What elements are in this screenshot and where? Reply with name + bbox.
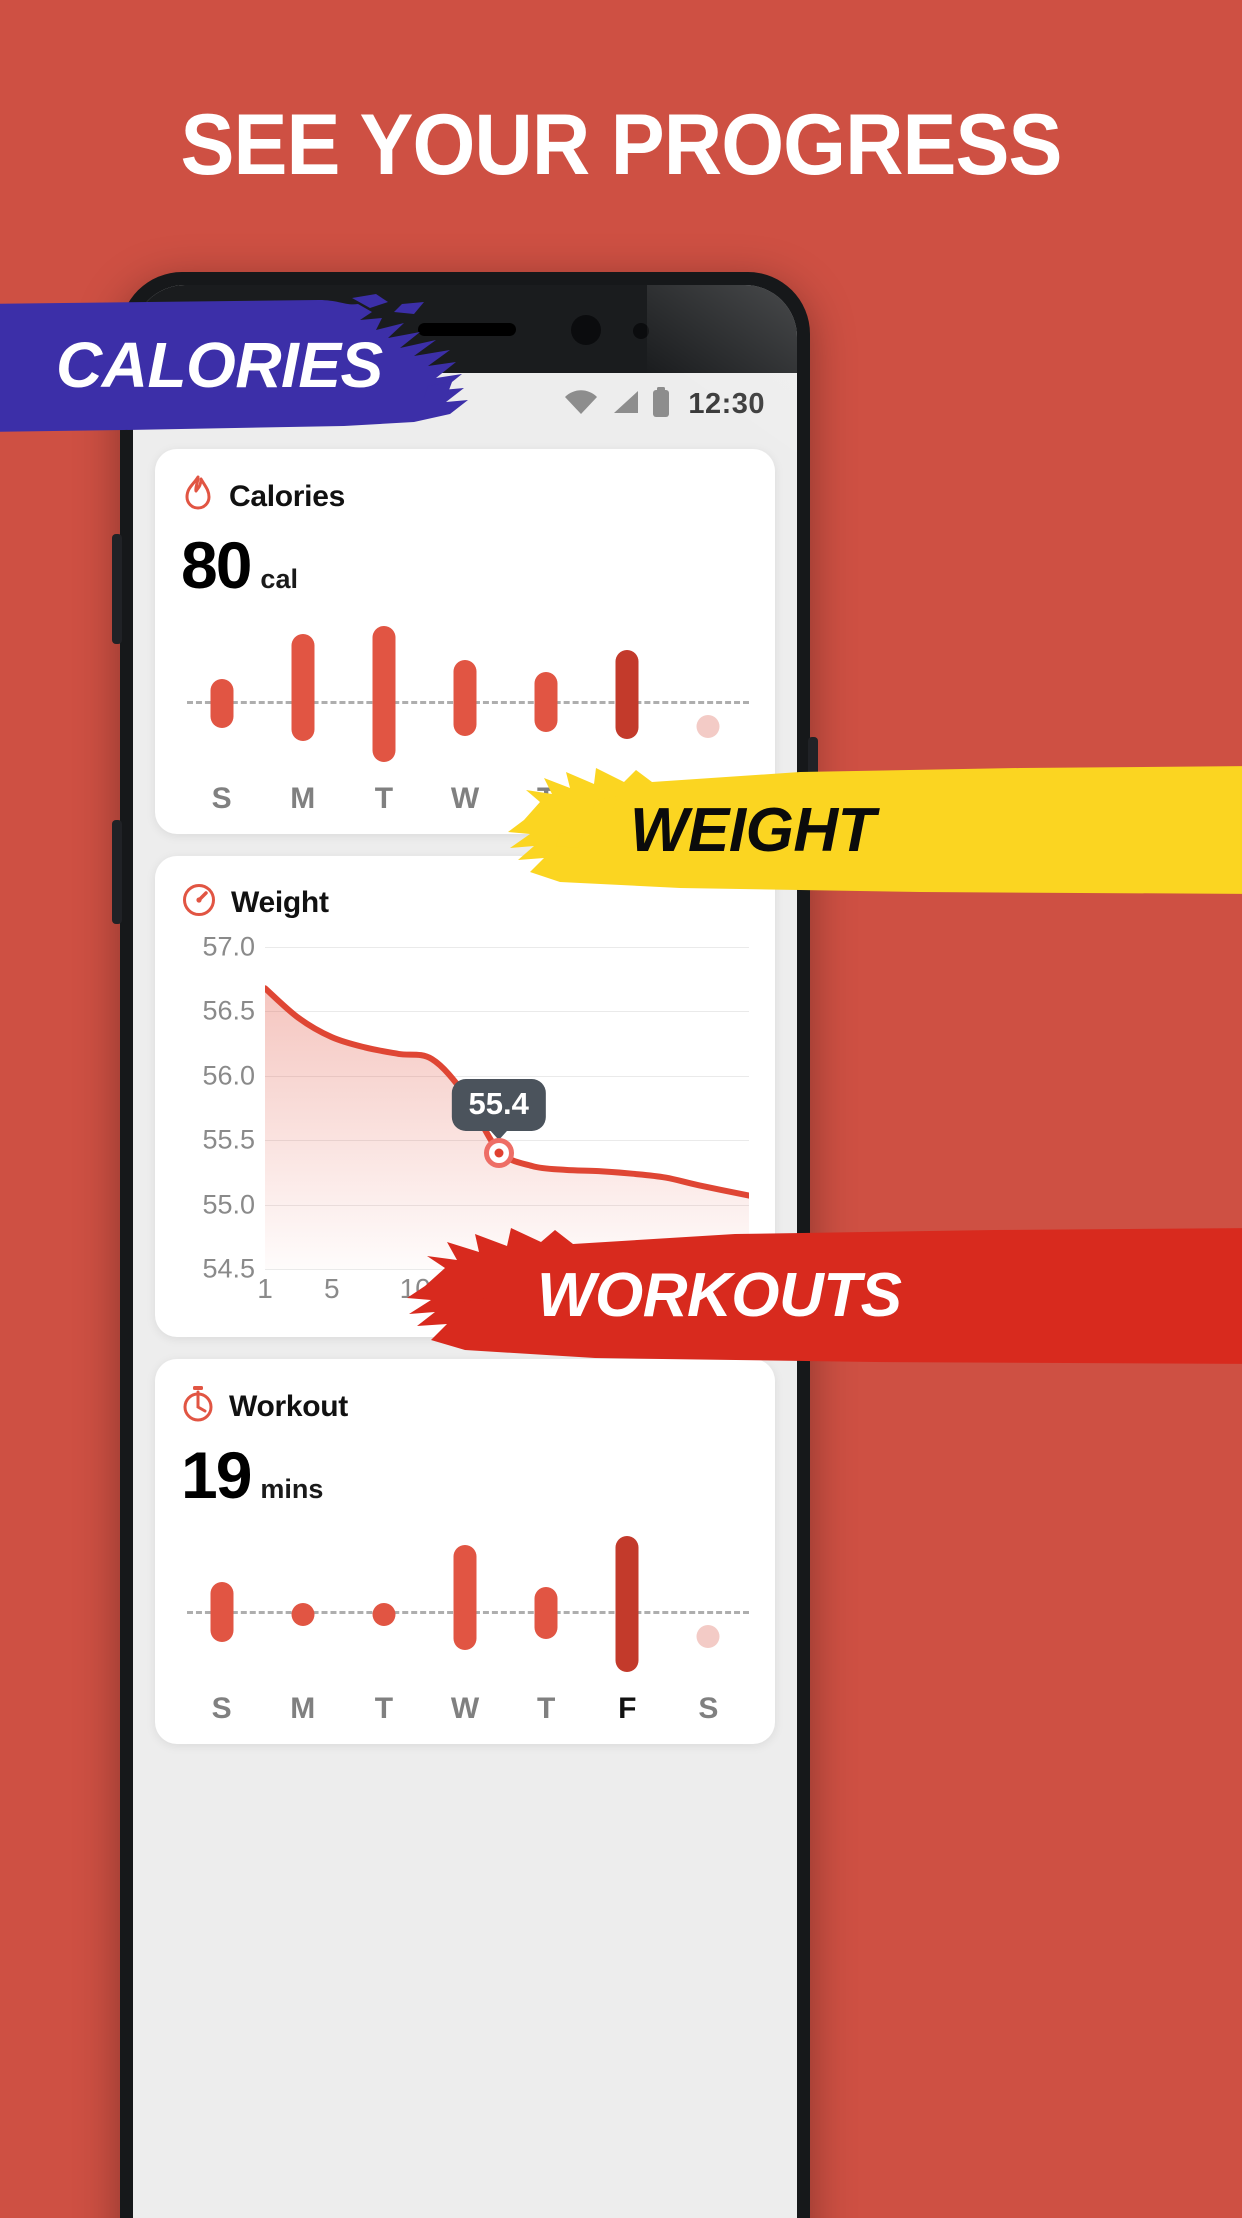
bar-column	[262, 1536, 343, 1686]
x-axis-tick: 1	[257, 1273, 273, 1304]
day-label: M	[290, 782, 316, 815]
speedometer-icon	[181, 882, 217, 923]
bar-column	[181, 1536, 262, 1686]
bar	[615, 1536, 639, 1672]
bar-column	[181, 626, 262, 776]
bar-column	[424, 626, 505, 776]
bar	[291, 634, 315, 741]
workout-bar-chart	[181, 1536, 749, 1686]
workout-day-labels: SMTWTFS	[181, 1692, 749, 1726]
stopwatch-icon	[181, 1385, 215, 1428]
workout-metric: 19 mins	[181, 1442, 749, 1508]
workout-card-header: Workout	[181, 1385, 749, 1428]
flame-icon	[181, 475, 215, 518]
bar-column	[343, 626, 424, 776]
bar-column	[262, 626, 343, 776]
bar-column	[587, 1536, 668, 1686]
calories-metric: 80 cal	[181, 532, 749, 598]
wifi-icon	[564, 389, 598, 420]
weight-y-axis: 57.0 56.5 56.0 55.5 55.0 54.5	[181, 932, 265, 1284]
day-label: T	[536, 1692, 556, 1725]
y-axis-tick: 55.0	[202, 1189, 255, 1220]
bar	[210, 1582, 234, 1642]
banner-calories: CALORIES	[0, 290, 484, 440]
y-axis-tick: 55.5	[202, 1124, 255, 1155]
bar	[696, 1625, 720, 1648]
day-label: S	[211, 1692, 232, 1725]
day-label: W	[450, 1692, 480, 1725]
day-label: T	[374, 782, 394, 815]
bar	[372, 626, 396, 762]
bar	[291, 1603, 315, 1627]
weight-tooltip: 55.4	[451, 1079, 546, 1132]
bar-column	[506, 1536, 587, 1686]
y-axis-tick: 56.5	[202, 995, 255, 1026]
day-label: S	[698, 1692, 719, 1725]
phone-volume-down-button	[112, 820, 122, 924]
calories-card-title: Calories	[229, 479, 345, 513]
banner-workouts: WORKOUTS	[395, 1222, 1242, 1368]
day-label: T	[374, 1692, 394, 1725]
bar	[615, 649, 639, 739]
weight-selected-point[interactable]	[483, 1138, 514, 1169]
weight-line-chart: 57.0 56.5 56.0 55.5 55.0 54.5 55.4	[181, 932, 749, 1284]
bar	[696, 715, 720, 738]
bar-column	[424, 1536, 505, 1686]
banner-weight: WEIGHT	[500, 762, 1242, 898]
bar-column	[668, 626, 749, 776]
day-label: F	[618, 1692, 637, 1725]
front-camera-icon	[571, 315, 601, 345]
sensor-icon	[633, 323, 649, 339]
workout-unit: mins	[260, 1474, 324, 1504]
y-axis-tick: 54.5	[202, 1253, 255, 1284]
day-label: S	[211, 782, 232, 815]
y-axis-tick: 57.0	[202, 931, 255, 962]
weight-card-title: Weight	[231, 885, 329, 919]
weight-plot-area: 55.4	[265, 947, 749, 1270]
calories-bar-chart	[181, 626, 749, 776]
workout-card[interactable]: Workout 19 mins S M T W T F S	[155, 1359, 775, 1744]
calories-card-header: Calories	[181, 475, 749, 518]
bar	[453, 659, 477, 737]
calories-value: 80	[181, 528, 252, 602]
bar-column	[587, 626, 668, 776]
x-axis-tick: 5	[323, 1273, 340, 1304]
page-title: SEE YOUR PROGRESS	[180, 97, 1062, 193]
bar-column	[343, 1536, 424, 1686]
bar	[210, 678, 234, 728]
bar	[534, 1587, 558, 1639]
bar	[453, 1545, 477, 1651]
status-bar-clock: 12:30	[688, 387, 765, 420]
bar	[372, 1603, 396, 1627]
workout-value: 19	[181, 1438, 252, 1512]
calories-unit: cal	[260, 564, 298, 594]
promo-screenshot: SEE YOUR PROGRESS 12:30 Calories 80 cal …	[0, 0, 1242, 2218]
bar-column	[668, 1536, 749, 1686]
day-label: W	[450, 782, 480, 815]
signal-icon	[610, 389, 640, 420]
y-axis-tick: 56.0	[202, 1060, 255, 1091]
bar	[534, 672, 558, 732]
battery-icon	[652, 386, 670, 422]
phone-volume-up-button	[112, 534, 122, 644]
bar-column	[506, 626, 587, 776]
day-label: M	[290, 1692, 316, 1725]
workout-card-title: Workout	[229, 1389, 348, 1423]
